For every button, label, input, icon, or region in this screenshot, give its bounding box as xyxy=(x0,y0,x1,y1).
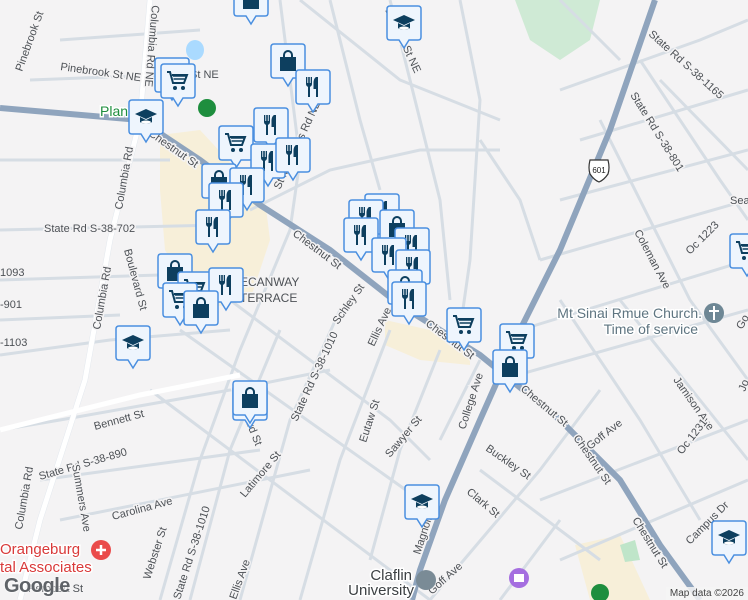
street-label: Clark St xyxy=(464,486,502,520)
school-marker[interactable] xyxy=(386,5,422,50)
street-label: Sea xyxy=(730,195,748,207)
map-canvas: 601 Pinebrook St Pinebrook St NE St NE C… xyxy=(0,0,748,600)
map-view[interactable]: 601 Pinebrook St Pinebrook St NE St NE C… xyxy=(0,0,748,600)
street-label: Goff Ave xyxy=(584,417,624,452)
street-label: Jo xyxy=(737,378,748,393)
street-label: Columbia Rd xyxy=(91,266,114,331)
street-label: Schley St xyxy=(331,282,367,327)
restaurant-marker[interactable] xyxy=(295,69,331,114)
route-number: 601 xyxy=(592,166,606,175)
street-label: Go xyxy=(734,313,748,332)
campus-area xyxy=(575,535,650,600)
school-marker[interactable] xyxy=(115,325,151,370)
street-label: State Rd S-38-801 xyxy=(627,90,685,174)
street-label: -1103 xyxy=(0,337,27,349)
hospital-subtitle: tal Associates xyxy=(0,559,92,576)
street-label: State Rd S-38-702 xyxy=(44,223,135,235)
street-label: State Rd S-38-1165 xyxy=(646,28,726,101)
university-subtitle: University xyxy=(348,582,414,599)
church-subtitle: Time of service xyxy=(604,321,699,337)
fitness-name: Plan xyxy=(100,103,128,119)
museum-poi[interactable] xyxy=(509,568,529,588)
street-label: Coleman Ave xyxy=(631,228,672,291)
street-label: Ellis Ave xyxy=(228,558,253,600)
street-label: Columbia Rd xyxy=(13,466,36,531)
bag-icon xyxy=(242,0,260,10)
hospital-name: Orangeburg xyxy=(0,541,80,558)
pond xyxy=(186,40,204,60)
street-label: -901 xyxy=(0,299,22,311)
street-label: Latimore St xyxy=(238,449,283,500)
grocery-marker[interactable] xyxy=(729,233,748,278)
street-label: Webster St xyxy=(141,526,169,581)
street-label: Pinebrook St NE xyxy=(60,61,142,84)
street-label: Columbia Rd xyxy=(113,146,136,211)
street-label: Chestnut St xyxy=(290,228,343,272)
street-label: Oc 1223 xyxy=(684,219,722,257)
street-label: State Rd S-38-1010 xyxy=(171,505,212,600)
neighborhood-label: ECANWAY xyxy=(240,275,299,289)
hospital-poi[interactable]: Orangeburg tal Associates xyxy=(0,540,111,578)
street-label: Chestnut St xyxy=(518,383,570,429)
shopping-marker[interactable] xyxy=(233,0,269,26)
map-attribution[interactable]: Map data ©2026 xyxy=(665,587,748,600)
google-logo[interactable]: Google xyxy=(4,575,70,598)
school-icon xyxy=(416,570,436,590)
street-label: 1093 xyxy=(0,267,24,279)
school-marker[interactable] xyxy=(711,520,747,565)
neighborhood-label: TERRACE xyxy=(240,291,297,305)
grocery-marker[interactable] xyxy=(160,63,196,108)
street-label: Carolina Ave xyxy=(111,495,174,523)
church-name: Mt Sinai Rmue Church. xyxy=(557,305,702,321)
fitness-icon xyxy=(198,99,216,117)
street-label: Boulevard St xyxy=(121,248,149,312)
street-label: Pinebrook St xyxy=(14,10,47,73)
shopping-marker[interactable] xyxy=(183,290,219,335)
park-area xyxy=(515,0,600,60)
marker-layer xyxy=(115,0,748,565)
